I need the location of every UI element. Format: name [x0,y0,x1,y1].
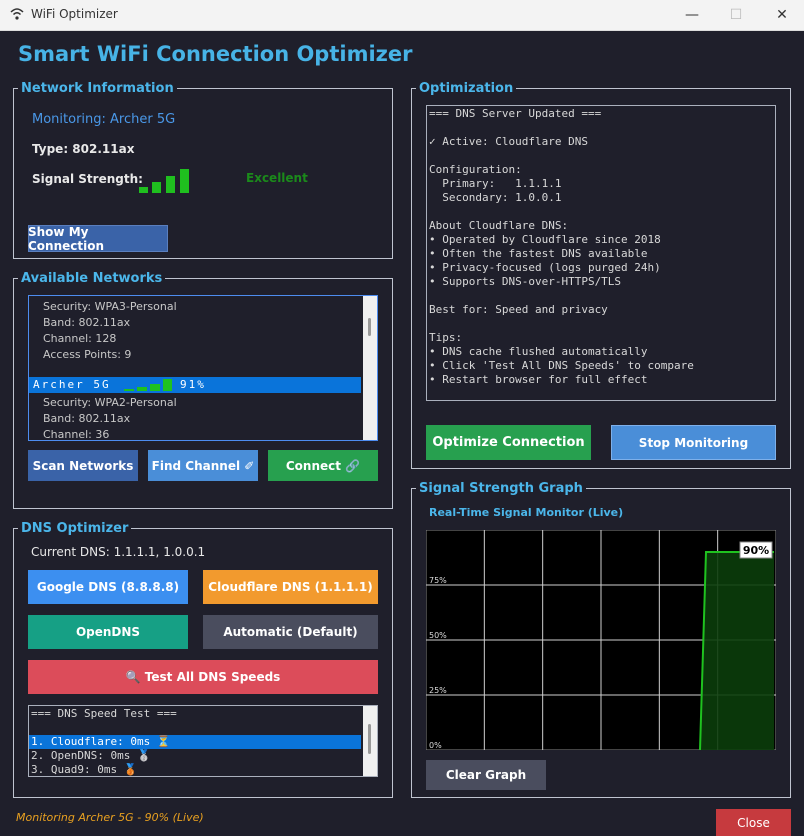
signal-bar-3 [166,176,175,193]
graph-y-tick-label: 50% [429,631,447,640]
networks-scroll-thumb[interactable] [368,318,371,336]
opendns-button[interactable]: OpenDNS [28,615,188,649]
signal-bar-2 [152,182,161,193]
dns-results-scroll-thumb[interactable] [368,724,371,754]
dns-results-scrollbar[interactable] [363,706,377,776]
signal-bars-icon [139,169,189,193]
type-label: Type: 802.11ax [32,142,135,156]
google-dns-button[interactable]: Google DNS (8.8.8.8) [28,570,188,604]
network-info-legend: Network Information [21,81,174,96]
maximize-button[interactable]: ☐ [721,4,751,26]
scan-networks-button[interactable]: Scan Networks [28,450,138,481]
cloudflare-dns-button[interactable]: Cloudflare DNS (1.1.1.1) [203,570,378,604]
graph-current-label: 90% [743,544,769,557]
signal-graph-legend: Signal Strength Graph [419,481,583,496]
optimization-log[interactable]: === DNS Server Updated === ✓ Active: Clo… [426,105,776,401]
network-detail-line: Band: 802.11ax [43,412,131,425]
monitoring-label: Monitoring: Archer 5G [32,112,176,127]
networks-listbox[interactable]: Security: WPA3-Personal Band: 802.11ax C… [28,295,378,441]
graph-y-tick-label: 0% [429,741,442,750]
network-signal-icon [124,379,172,391]
signal-graph-chart: 75% 50% 25% 0% 90% [426,530,776,750]
network-detail-line: Channel: 128 [43,332,117,345]
stop-monitoring-button[interactable]: Stop Monitoring [611,425,776,460]
test-all-dns-button[interactable]: 🔍 Test All DNS Speeds [28,660,378,694]
current-dns-label: Current DNS: 1.1.1.1, 1.0.0.1 [31,545,206,559]
close-button[interactable]: Close [716,809,791,836]
graph-y-tick-label: 25% [429,686,447,695]
signal-strength-label: Signal Strength: [32,172,143,186]
optimization-log-text: === DNS Server Updated === ✓ Active: Clo… [429,107,694,386]
graph-area-fill [700,552,774,750]
connect-button[interactable]: Connect 🔗 [268,450,378,481]
status-text: Monitoring Archer 5G - 90% (Live) [16,811,204,824]
signal-bar-4 [180,169,189,193]
network-detail-line: Access Points: 9 [43,348,132,361]
dns-result-item: 3. Quad9: 0ms 🥉 [31,763,138,776]
graph-subtitle: Real-Time Signal Monitor (Live) [429,506,624,519]
dns-result-item: 1. Cloudflare: 0ms ⏳ [31,735,171,748]
network-detail-line: Channel: 36 [43,428,110,441]
dns-optimizer-legend: DNS Optimizer [21,521,129,536]
signal-bar-1 [139,187,148,193]
optimize-connection-button[interactable]: Optimize Connection [426,425,591,460]
network-detail-line: Security: WPA3-Personal [43,300,177,313]
selected-network-percent: 91% [180,378,206,391]
selected-network-name: Archer 5G [33,378,111,391]
find-channel-button[interactable]: Find Channel ✐ [148,450,258,481]
dns-result-item: 2. OpenDNS: 0ms 🥈 [31,749,151,762]
network-detail-line: Band: 802.11ax [43,316,131,329]
window-close-button[interactable]: ✕ [767,4,797,26]
window-titlebar: WiFi Optimizer — ☐ ✕ [0,0,804,31]
dns-results-box[interactable]: === DNS Speed Test === 1. Cloudflare: 0m… [28,705,378,777]
window-title: WiFi Optimizer [31,7,118,21]
wifi-app-icon [10,8,24,20]
app-title: Smart WiFi Connection Optimizer [18,42,413,66]
available-networks-legend: Available Networks [21,271,163,286]
signal-quality-label: Excellent [246,171,308,185]
dns-results-header: === DNS Speed Test === [31,707,177,720]
show-connection-button[interactable]: Show My Connection [28,225,168,253]
automatic-dns-button[interactable]: Automatic (Default) [203,615,378,649]
network-detail-line: Security: WPA2-Personal [43,396,177,409]
selected-network-row[interactable]: Archer 5G 91% [29,377,361,393]
optimization-legend: Optimization [419,81,514,96]
dns-result-selected-row[interactable]: 1. Cloudflare: 0ms ⏳ [29,735,361,749]
clear-graph-button[interactable]: Clear Graph [426,760,546,790]
minimize-button[interactable]: — [677,4,707,26]
networks-scrollbar[interactable] [363,296,377,440]
graph-y-tick-label: 75% [429,576,447,585]
